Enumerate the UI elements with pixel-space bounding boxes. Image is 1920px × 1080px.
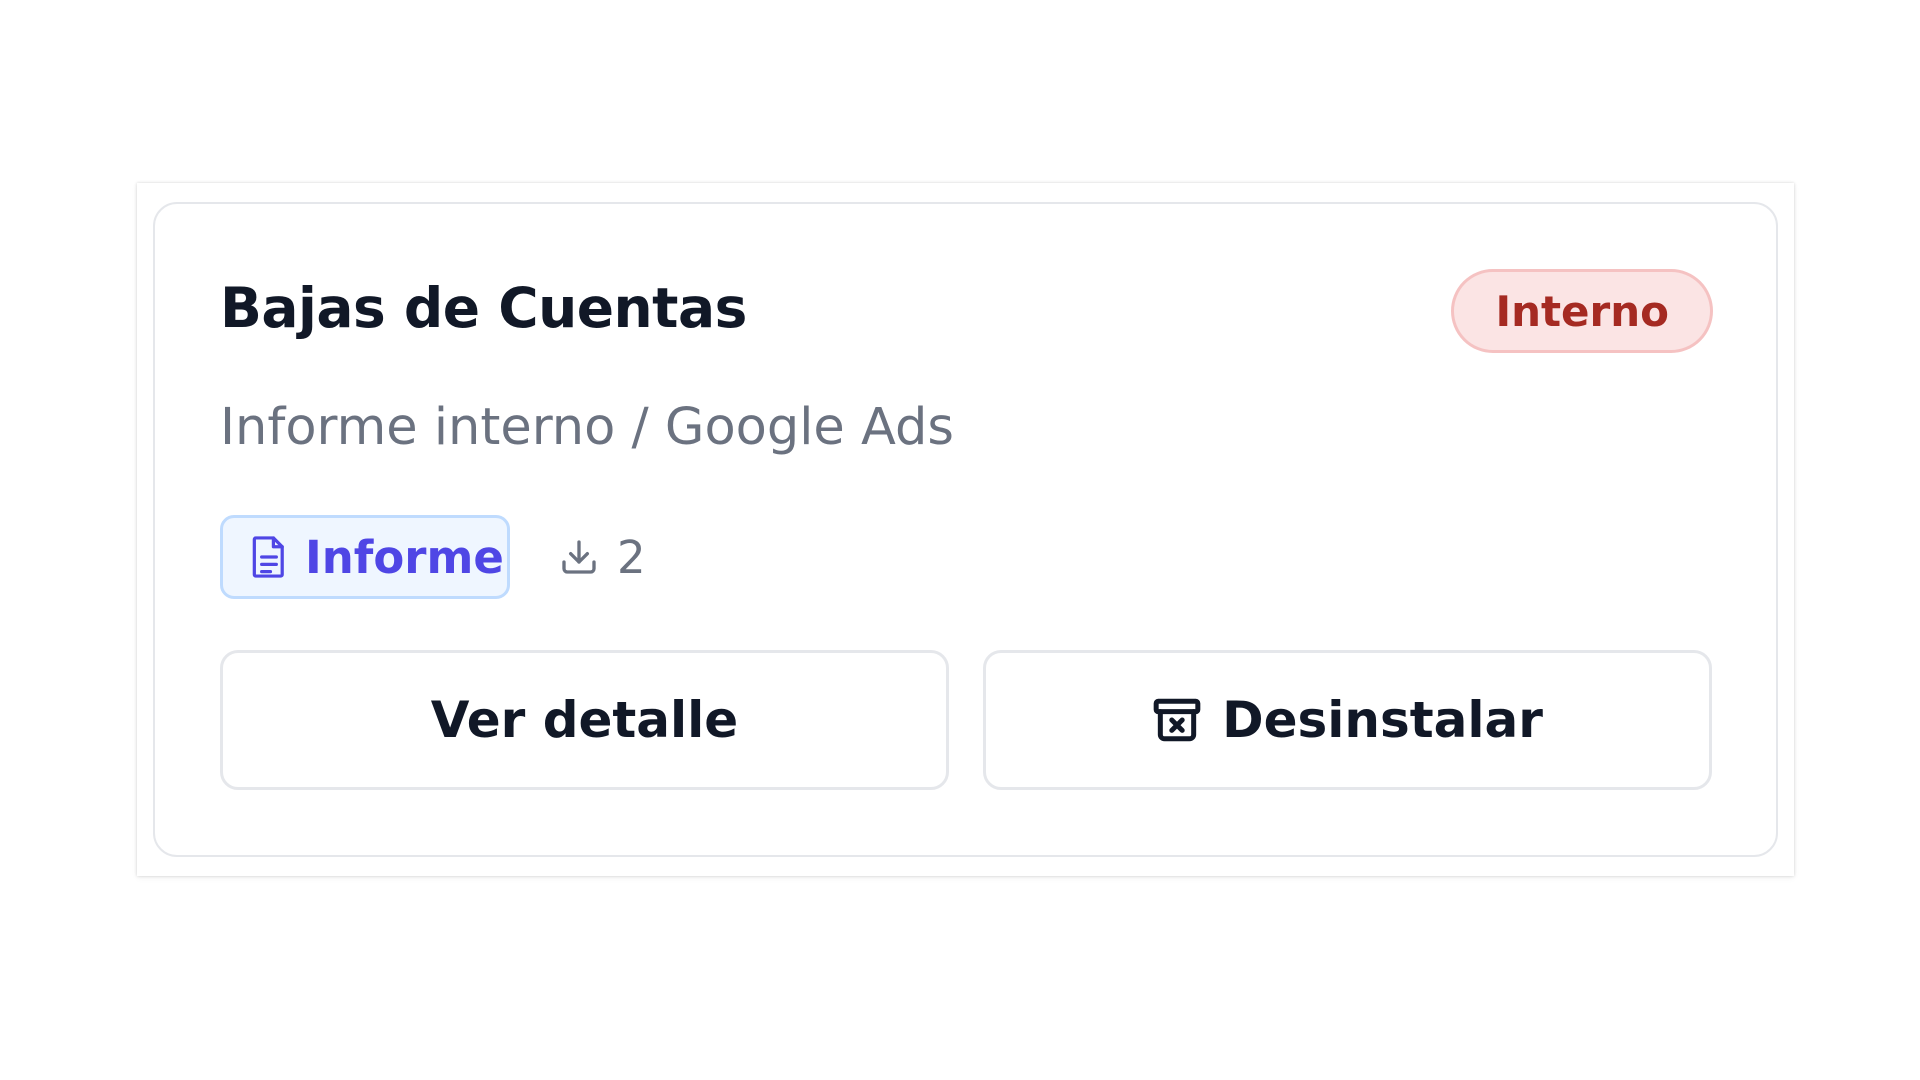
integration-card: Bajas de Cuentas Interno Informe interno… xyxy=(153,202,1778,857)
card-subtitle: Informe interno / Google Ads xyxy=(220,398,954,457)
archive-x-icon xyxy=(1153,698,1201,742)
card-container: Bajas de Cuentas Interno Informe interno… xyxy=(137,183,1794,876)
uninstall-button[interactable]: Desinstalar xyxy=(983,650,1712,790)
card-title: Bajas de Cuentas xyxy=(220,276,747,340)
status-badge: Interno xyxy=(1451,269,1713,353)
view-detail-label: Ver detalle xyxy=(430,691,739,749)
uninstall-label: Desinstalar xyxy=(1222,691,1543,749)
type-label: Informe xyxy=(305,530,504,584)
download-icon xyxy=(562,540,596,574)
view-detail-button[interactable]: Ver detalle xyxy=(220,650,949,790)
downloads-value: 2 xyxy=(617,530,646,584)
meta-row: Informe 2 xyxy=(220,515,646,599)
document-icon xyxy=(252,536,284,578)
type-chip: Informe xyxy=(220,515,510,599)
downloads-count: 2 xyxy=(559,531,646,584)
